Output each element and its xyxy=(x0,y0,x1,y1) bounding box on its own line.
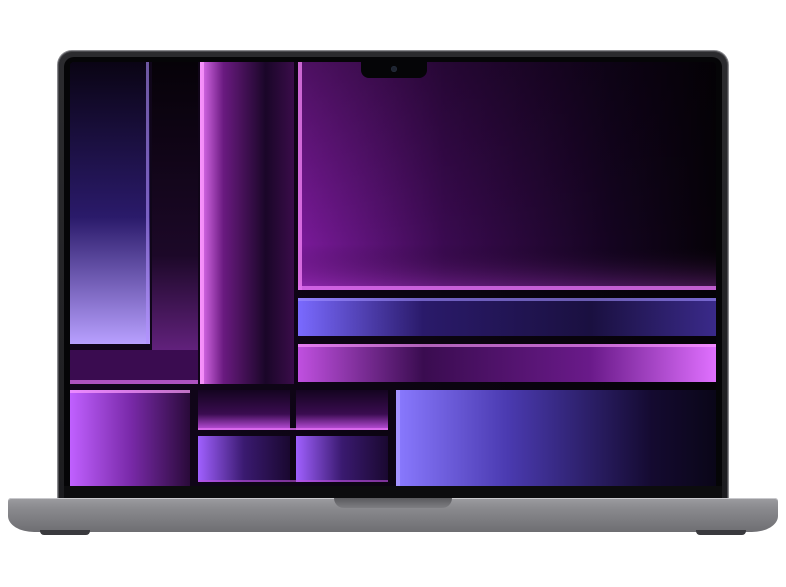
display-screen xyxy=(70,62,716,486)
camera-icon xyxy=(391,66,397,72)
panel-large-shade xyxy=(298,62,716,290)
cell-grid-line-1 xyxy=(198,428,388,430)
strip-pink xyxy=(298,344,716,382)
wallpaper-artwork xyxy=(70,62,716,486)
panel-pillar xyxy=(200,62,294,384)
foot-right xyxy=(696,530,746,535)
display-hinge xyxy=(64,486,722,498)
cell-1 xyxy=(198,390,290,430)
panel-large-bottom-glow xyxy=(298,286,716,290)
panel-left-glow-band xyxy=(70,350,198,384)
panel-left-column-edge xyxy=(146,62,149,344)
foot-left xyxy=(40,530,90,535)
panel-left-dark xyxy=(152,62,198,384)
laptop-product-photo xyxy=(0,0,786,587)
strip-blue-edge xyxy=(298,298,716,301)
block-bottom-left xyxy=(70,390,190,486)
cell-2 xyxy=(296,390,388,430)
block-bottom-left-edge xyxy=(70,390,190,393)
panel-large-edge xyxy=(298,62,302,290)
cell-3 xyxy=(198,436,290,482)
cell-4 xyxy=(296,436,388,482)
cell-grid-line-2 xyxy=(198,480,388,482)
panel-left-glow-line xyxy=(70,380,198,384)
block-bottom-right xyxy=(396,390,716,486)
strip-blue xyxy=(298,298,716,336)
strip-pink-edge xyxy=(298,344,716,347)
lid-open-notch xyxy=(334,498,452,508)
panel-pillar-edge xyxy=(200,62,204,384)
panel-left-column xyxy=(70,62,150,344)
block-bottom-right-edge xyxy=(396,390,400,486)
